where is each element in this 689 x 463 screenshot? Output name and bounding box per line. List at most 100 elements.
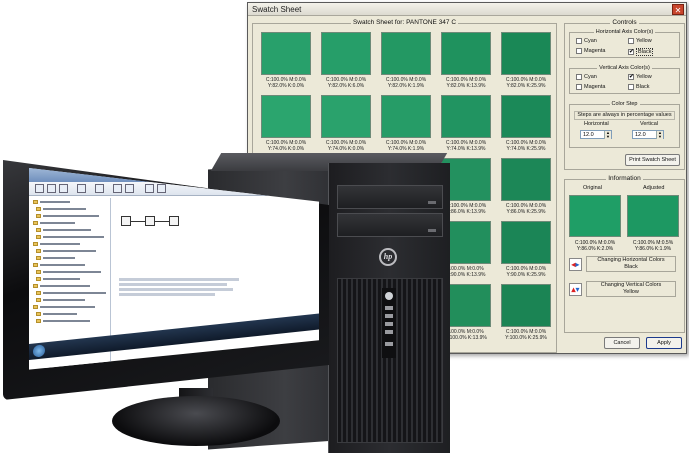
folder-tree-text [43,229,91,231]
folder-icon [36,312,41,316]
v-yellow-checkbox[interactable]: ✔ Yellow [628,74,652,80]
v-black-checkbox[interactable]: Black [628,84,649,90]
h-yellow-checkbox[interactable]: Yellow [628,38,652,44]
v-cyan-checkbox[interactable]: Cyan [576,74,597,80]
checkbox-label: Cyan [584,38,597,44]
h-cyan-checkbox[interactable]: Cyan [576,38,597,44]
folder-tree-item [33,304,110,310]
vertical-step-value: 12.0 [635,132,646,138]
workflow-connector [155,221,169,222]
checkbox-box [576,84,582,90]
swatch-color [441,32,491,75]
swatch-cell[interactable]: C:100.0% M:0.0% Y:74.0% K:25.9% [497,93,555,154]
print-swatch-sheet-button[interactable]: Print Swatch Sheet [625,154,680,166]
apply-button[interactable]: Apply [646,337,682,349]
swatch-cell[interactable]: C:100.0% M:0.0% Y:82.0% K:1.9% [377,30,435,91]
swatch-cell[interactable]: C:100.0% M:0.0% Y:100.0% K:25.9% [497,282,555,343]
checkbox-label: Cyan [584,74,597,80]
horizontal-axis-group: Horizontal Axis Color(s) Cyan Yellow Mag… [569,29,680,58]
folder-tree-item [33,199,110,205]
horizontal-step-input[interactable]: 12.0 ▲ ▼ [580,130,612,139]
close-icon[interactable]: ✕ [672,4,684,15]
h-black-checkbox[interactable]: ✔ Black [628,48,654,56]
workflow-node-icon [145,216,155,226]
horizontal-direction-icon[interactable]: ◂▸ [569,258,582,271]
toolbar-icon [59,184,68,193]
vertical-step-input[interactable]: 12.0 ▲ ▼ [632,130,664,139]
swatch-color [501,158,551,201]
swatch-color [381,95,431,138]
usb-port-icon [385,322,393,326]
cancel-button[interactable]: Cancel [604,337,640,349]
swatch-value-line: Y:82.0% K:25.9% [506,83,546,89]
swatch-cell[interactable]: C:100.0% M:0.0% Y:82.0% K:6.0% [317,30,375,91]
checkbox-label: Magenta [584,84,606,90]
original-swatch [569,195,621,237]
folder-icon [33,284,38,288]
controls-title: Controls [610,19,639,26]
folder-tree-text [40,243,80,245]
changing-vertical-label: Changing Vertical Colors [600,282,662,288]
toolbar-icon [35,184,44,193]
folder-tree-item [33,269,110,275]
checkbox-box [628,84,634,90]
folder-tree-text [43,313,77,315]
controls-group: Controls Horizontal Axis Color(s) Cyan Y… [564,19,685,170]
checkbox-box [576,74,582,80]
toolbar-icon [113,184,122,193]
folder-tree-item [33,241,110,247]
job-list [119,278,239,298]
spinner-arrows-icon[interactable]: ▲ ▼ [656,131,663,139]
folder-tree-item [33,227,110,233]
audio-jack-icon [385,342,393,346]
folder-tree-item [33,248,110,254]
swatch-cell[interactable]: C:100.0% M:0.0% Y:82.0% K:13.9% [437,30,495,91]
folder-tree-item [33,234,110,240]
vertical-label: Vertical [640,121,659,127]
optical-drive-bay [337,213,443,237]
monitor-stand-base [112,396,280,446]
swatch-cell[interactable]: C:100.0% M:0.0% Y:74.0% K:0.0% [257,93,315,154]
swatch-grid-title: Swatch Sheet for: PANTONE 347 C [350,19,459,26]
h-magenta-checkbox[interactable]: Magenta [576,48,605,54]
swatch-color [501,95,551,138]
v-magenta-checkbox[interactable]: Magenta [576,84,605,90]
swatch-cell[interactable]: C:100.0% M:0.0% Y:82.0% K:0.0% [257,30,315,91]
eject-button [428,201,436,204]
optical-drive-bay [337,185,443,209]
folder-icon [33,305,38,309]
vertical-direction-icon[interactable]: ▴▾ [569,283,582,296]
folder-icon [36,319,41,323]
changing-horizontal-label: Changing Horizontal Colors [597,257,665,263]
folder-tree-item [33,283,110,289]
checkbox-label: Magenta [584,48,606,54]
adjusted-label: Adjusted [643,185,665,191]
folder-icon [36,298,41,302]
tower-front-panel: hp [328,163,450,453]
swatch-cell[interactable]: C:100.0% M:0.0% Y:74.0% K:0.0% [317,93,375,154]
swatch-value-line: Y:86.0% K:25.9% [506,209,546,215]
product-photo: Swatch Sheet ✕ Swatch Sheet for: PANTONE… [0,0,689,463]
swatch-value-line: Y:90.0% K:25.9% [506,272,546,278]
folder-tree-text [40,285,90,287]
folder-tree-text [40,222,75,224]
swatch-cell[interactable]: C:100.0% M:0.0% Y:90.0% K:25.9% [497,219,555,280]
folder-tree-text [43,320,90,322]
swatch-cell[interactable]: C:100.0% M:0.0% Y:82.0% K:25.9% [497,30,555,91]
checkbox-box [576,48,582,54]
brand-logo-icon: hp [379,248,397,266]
job-row [119,288,233,291]
swatch-cell[interactable]: C:100.0% M:0.0% Y:86.0% K:25.9% [497,156,555,217]
folder-icon [33,200,38,204]
folder-tree-text [43,299,85,301]
spinner-arrows-icon[interactable]: ▲ ▼ [604,131,611,139]
swatch-cell[interactable]: C:100.0% M:0.0% Y:74.0% K:1.9% [377,93,435,154]
check-icon: ✔ [628,49,635,55]
workflow-connector [131,221,145,222]
swatch-value-line: Y:82.0% K:1.9% [387,83,425,89]
folder-tree-text [40,201,70,203]
folder-icon [36,228,41,232]
swatch-cell[interactable]: C:100.0% M:0.0% Y:74.0% K:13.9% [437,93,495,154]
adjusted-values-line: Y:86.0% K:1.9% [634,246,672,252]
original-label: Original [583,185,602,191]
